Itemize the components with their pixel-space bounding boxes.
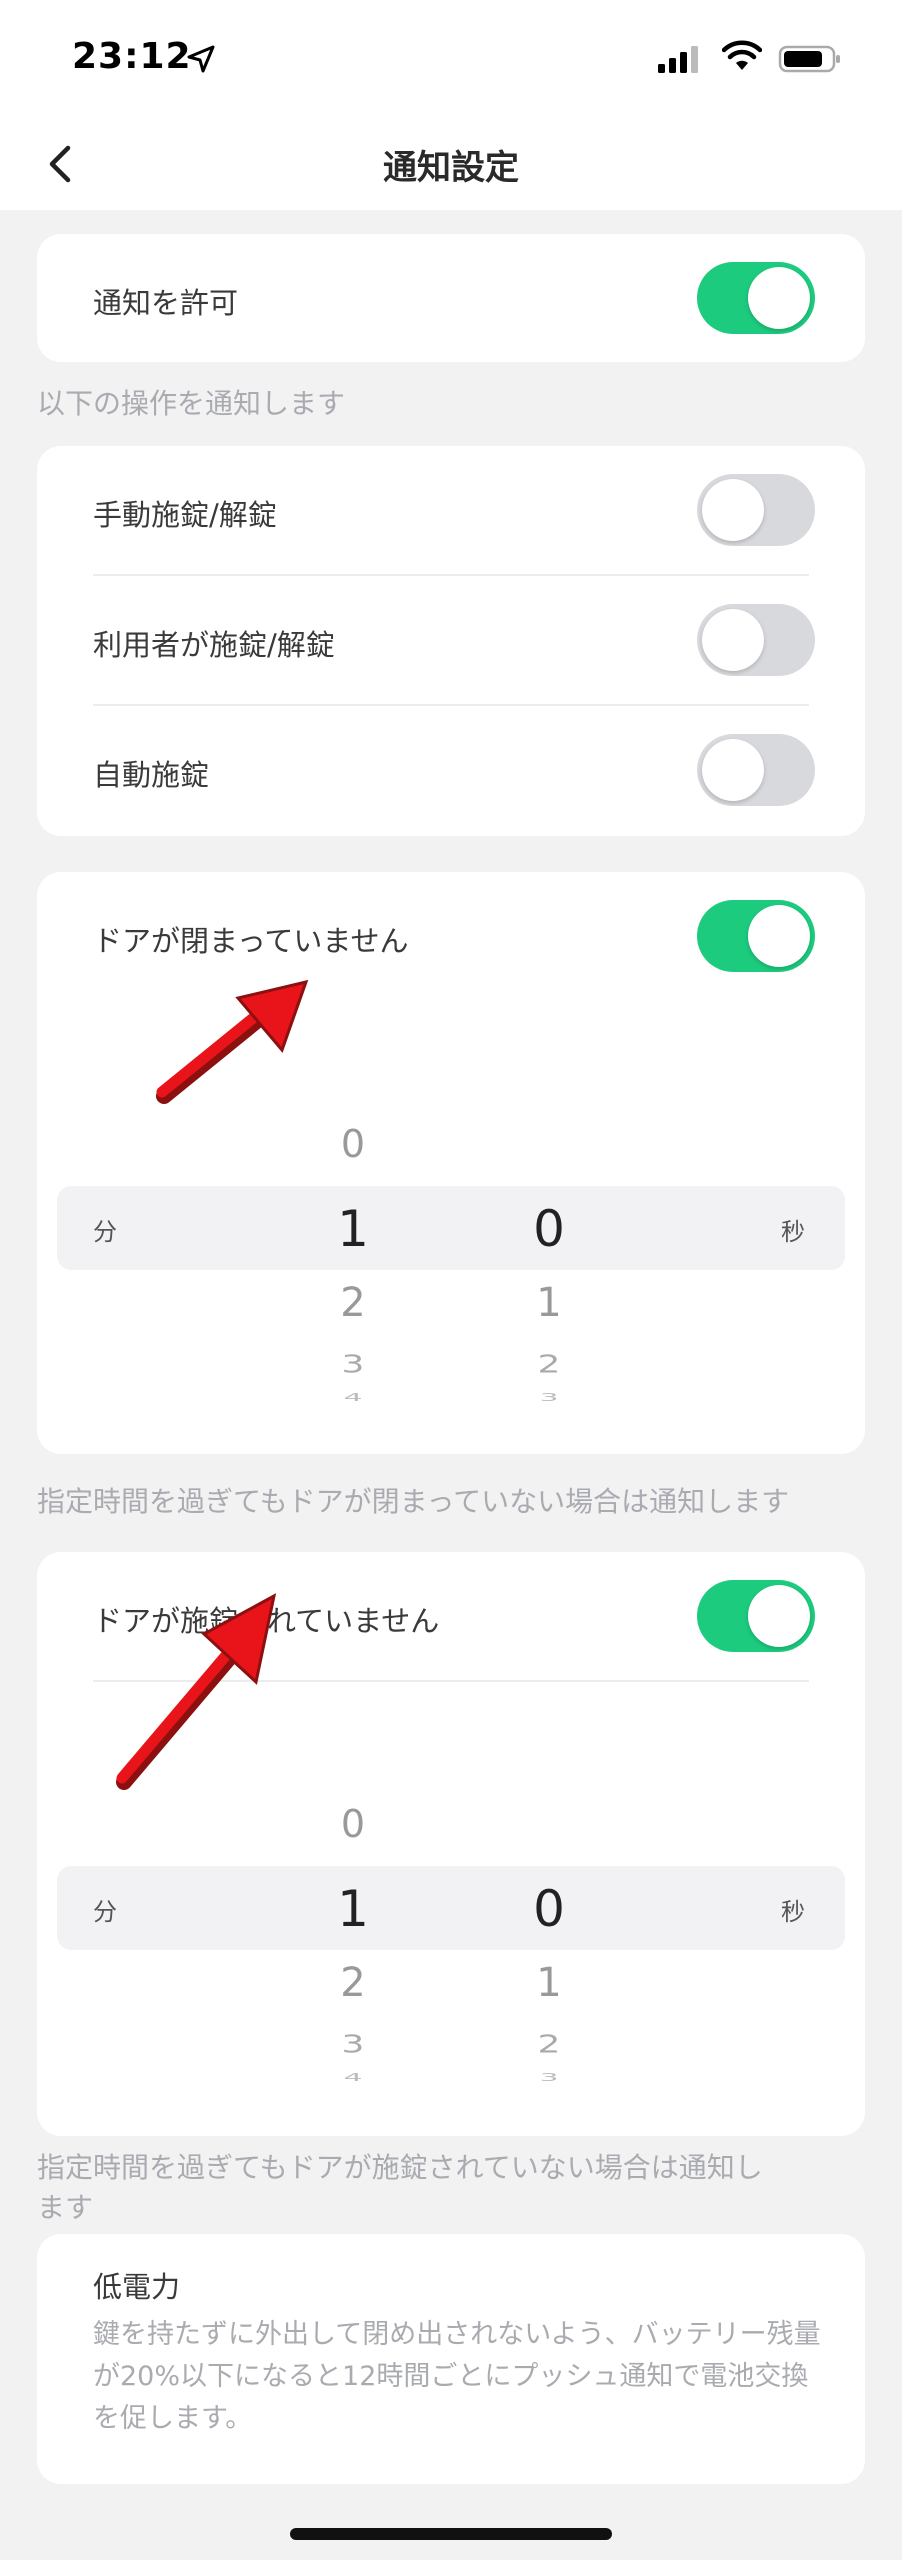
picker-selection-band bbox=[57, 1186, 845, 1270]
low-power-title: 低電力 bbox=[93, 2270, 181, 2304]
toggle-knob bbox=[702, 479, 764, 541]
second-option[interactable]: 3 bbox=[509, 1391, 589, 1403]
battery-icon bbox=[778, 45, 840, 73]
door-open-toggle[interactable] bbox=[697, 900, 815, 972]
allow-notifications-label: 通知を許可 bbox=[93, 286, 239, 320]
minute-selected[interactable]: 1 bbox=[313, 1880, 393, 1938]
auto-lock-toggle[interactable] bbox=[697, 734, 815, 806]
door-open-label: ドアが閉まっていません bbox=[93, 924, 409, 958]
minute-unit-label: 分 bbox=[93, 1898, 117, 1926]
annotation-arrow-icon bbox=[116, 1593, 277, 1790]
second-selected[interactable]: 0 bbox=[509, 1880, 589, 1938]
minute-option[interactable]: 2 bbox=[313, 1280, 393, 1326]
status-bar: 23:12 bbox=[0, 0, 902, 120]
door-unlocked-time-picker[interactable]: 0 分 1 0 秒 2 1 3 2 4 3 bbox=[37, 1792, 865, 2132]
door-unlocked-toggle[interactable] bbox=[697, 1580, 815, 1652]
second-selected[interactable]: 0 bbox=[509, 1200, 589, 1258]
wifi-icon bbox=[722, 40, 762, 70]
second-option[interactable]: 2 bbox=[509, 2030, 589, 2059]
home-indicator[interactable] bbox=[290, 2528, 612, 2540]
location-arrow-icon bbox=[187, 45, 215, 73]
toggle-knob bbox=[748, 267, 810, 329]
user-lock-label: 利用者が施錠/解錠 bbox=[93, 628, 335, 662]
door-unlocked-section-note: 指定時間を過ぎてもドアが施錠されていない場合は通知し ます bbox=[37, 2151, 763, 2224]
page-title: 通知設定 bbox=[383, 148, 519, 188]
allow-notifications-toggle[interactable] bbox=[697, 262, 815, 334]
status-time: 23:12 bbox=[72, 36, 192, 77]
divider bbox=[93, 704, 809, 706]
second-option[interactable]: 1 bbox=[509, 1280, 589, 1326]
minute-option[interactable]: 0 bbox=[313, 1802, 393, 1846]
toggle-knob bbox=[748, 1585, 810, 1647]
minute-option[interactable]: 3 bbox=[313, 1350, 393, 1379]
minute-option[interactable]: 4 bbox=[313, 2071, 393, 2083]
manual-lock-toggle[interactable] bbox=[697, 474, 815, 546]
second-option[interactable]: 2 bbox=[509, 1350, 589, 1379]
nav-bar: 通知設定 bbox=[0, 120, 902, 210]
annotation-arrow-icon bbox=[156, 979, 309, 1104]
toggle-knob bbox=[702, 609, 764, 671]
door-open-time-picker[interactable]: 0 分 1 0 秒 2 1 3 2 4 3 bbox=[37, 1112, 865, 1452]
manual-lock-label: 手動施錠/解錠 bbox=[93, 498, 277, 532]
picker-selection-band bbox=[57, 1866, 845, 1950]
minute-option[interactable]: 4 bbox=[313, 1391, 393, 1403]
minute-selected[interactable]: 1 bbox=[313, 1200, 393, 1258]
allow-notifications-card: 通知を許可 bbox=[37, 234, 865, 362]
divider bbox=[93, 574, 809, 576]
door-open-section-note: 指定時間を過ぎてもドアが閉まっていない場合は通知します bbox=[37, 1485, 790, 1518]
user-lock-toggle[interactable] bbox=[697, 604, 815, 676]
second-option[interactable]: 3 bbox=[509, 2071, 589, 2083]
door-open-card: ドアが閉まっていません 0 分 1 0 秒 2 1 3 2 4 3 bbox=[37, 872, 865, 1454]
minute-unit-label: 分 bbox=[93, 1218, 117, 1246]
minute-option[interactable]: 2 bbox=[313, 1960, 393, 2006]
second-unit-label: 秒 bbox=[781, 1218, 805, 1246]
operations-card: 手動施錠/解錠 利用者が施錠/解錠 自動施錠 bbox=[37, 446, 865, 836]
minute-option[interactable]: 3 bbox=[313, 2030, 393, 2059]
minute-option[interactable]: 0 bbox=[313, 1122, 393, 1166]
low-power-card: 低電力 鍵を持たずに外出して閉め出されないよう、バッテリー残量が20%以下になる… bbox=[37, 2234, 865, 2484]
second-unit-label: 秒 bbox=[781, 1898, 805, 1926]
auto-lock-label: 自動施錠 bbox=[93, 758, 210, 792]
toggle-knob bbox=[748, 905, 810, 967]
low-power-description: 鍵を持たずに外出して閉め出されないよう、バッテリー残量が20%以下になると12時… bbox=[93, 2319, 821, 2434]
second-option[interactable]: 1 bbox=[509, 1960, 589, 2006]
operations-section-note: 以下の操作を通知します bbox=[37, 387, 346, 420]
toggle-knob bbox=[702, 739, 764, 801]
cellular-signal-icon bbox=[658, 46, 698, 73]
